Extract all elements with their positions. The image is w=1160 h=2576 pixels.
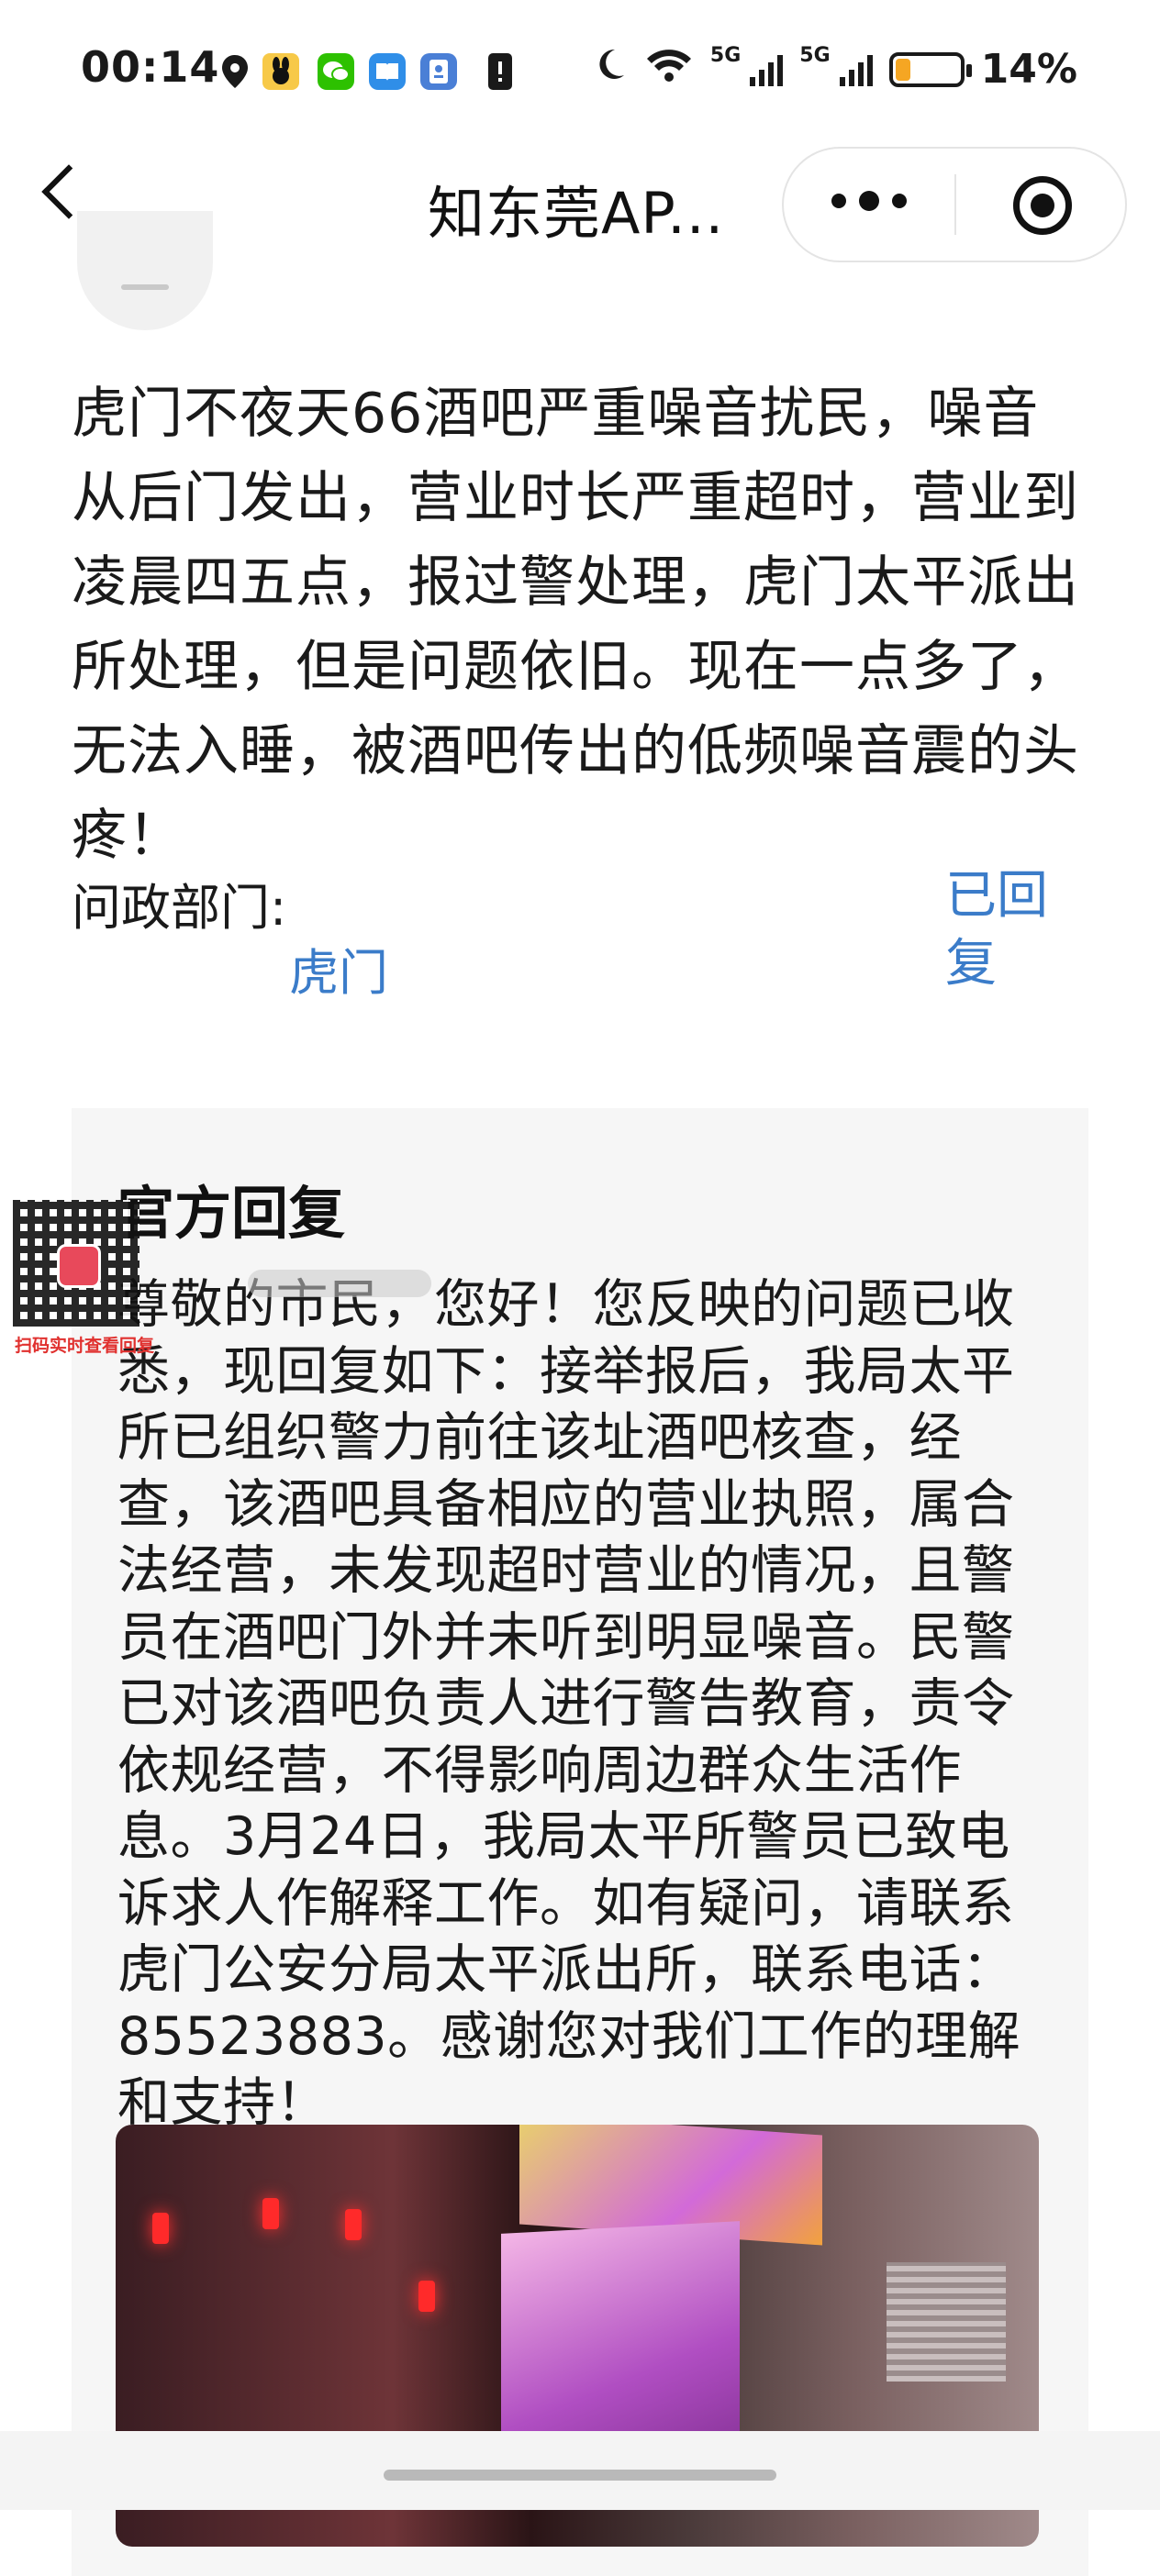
battery-percent: 14% <box>980 46 1077 93</box>
network-label-1: 5G <box>709 44 742 67</box>
avatar <box>77 211 213 330</box>
eye-icon <box>57 1244 101 1288</box>
wechat-icon <box>318 53 354 90</box>
photo-lamp <box>345 2209 362 2240</box>
status-badge: 已回复 <box>945 866 1048 994</box>
more-icon[interactable] <box>831 191 907 211</box>
status-right: 5G 5G 14% <box>591 46 1077 93</box>
post-content: 虎门不夜天66酒吧严重噪音扰民，噪音从后门发出，营业时长严重超时，营业到凌晨四五… <box>72 382 1079 868</box>
watermark-chip <box>248 1270 431 1297</box>
location-icon <box>217 53 253 90</box>
battery-icon <box>888 51 972 87</box>
app-icon <box>262 53 299 90</box>
photo-lamp <box>418 2281 435 2312</box>
photo-lamp <box>262 2198 279 2229</box>
reply-content: 尊敬的市民，您好！您反映的问题已收悉，现回复如下：接举报后，我局太平所已组织警力… <box>117 1274 1021 2133</box>
book-icon <box>369 53 406 90</box>
page-title: 知东莞AP... <box>428 180 725 247</box>
capsule-divider <box>954 174 956 235</box>
photo-ac-unit <box>887 2262 1006 2382</box>
moon-icon <box>591 46 628 93</box>
target-icon[interactable] <box>1013 176 1072 235</box>
network-label-2: 5G <box>799 44 831 67</box>
status-time: 00:14 <box>81 42 220 92</box>
status-bar: 00:14 5G 5G 14% <box>0 0 1160 147</box>
notes-icon <box>420 53 457 90</box>
dept-label: 问政部门: <box>72 879 287 937</box>
dept-value[interactable]: 虎门 <box>289 932 388 1005</box>
photo-lamp <box>152 2213 169 2244</box>
warning-icon <box>488 53 512 90</box>
wifi-icon <box>644 46 694 93</box>
signal-icon-1 <box>750 53 784 86</box>
signal-icon-2 <box>839 53 873 86</box>
reply-title: 官方回复 <box>117 1180 346 1247</box>
home-indicator[interactable] <box>384 2470 776 2481</box>
battery-level <box>895 58 910 81</box>
qr-caption: 扫码实时查看回复 <box>15 1336 155 1356</box>
